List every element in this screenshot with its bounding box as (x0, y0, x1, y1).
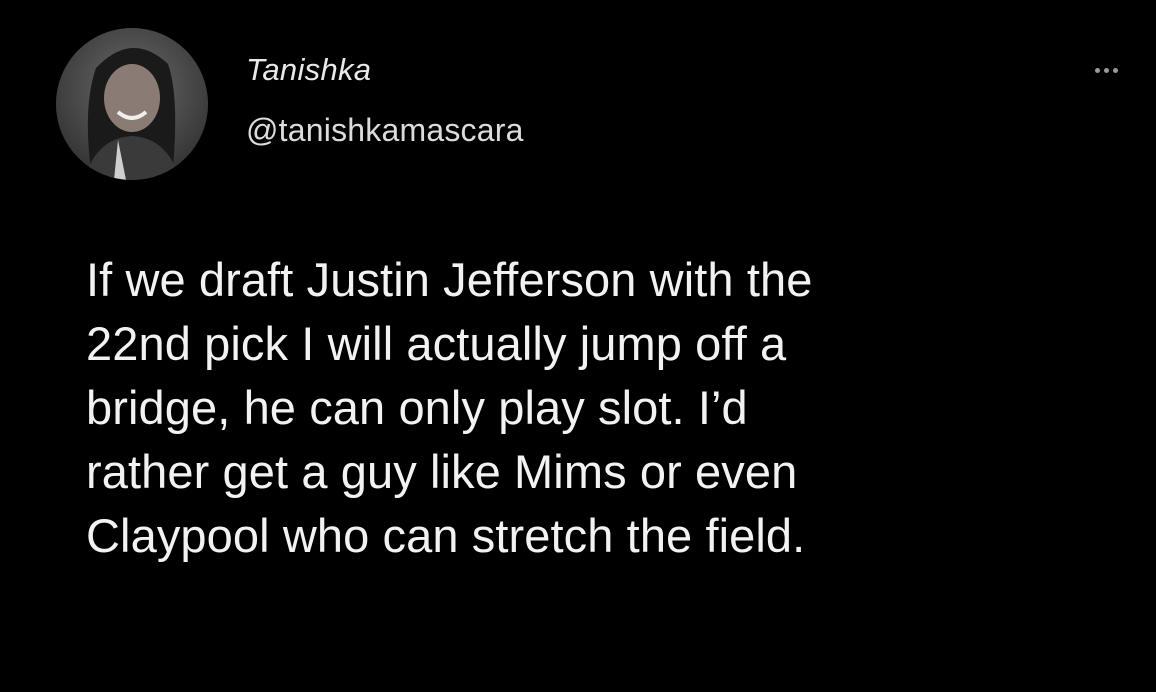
ellipsis-icon (1103, 67, 1109, 73)
author-display-name[interactable]: Tanishka (246, 52, 371, 88)
more-options-button[interactable] (1084, 58, 1128, 82)
user-avatar[interactable] (56, 28, 208, 180)
tweet-card: Tanishka @tanishkamascara If we draft Ju… (0, 0, 1156, 692)
avatar-photo (56, 28, 208, 180)
ellipsis-icon (1112, 67, 1118, 73)
ellipsis-icon (1094, 67, 1100, 73)
author-handle[interactable]: @tanishkamascara (246, 112, 524, 149)
tweet-text: If we draft Justin Jefferson with the 22… (86, 253, 813, 562)
